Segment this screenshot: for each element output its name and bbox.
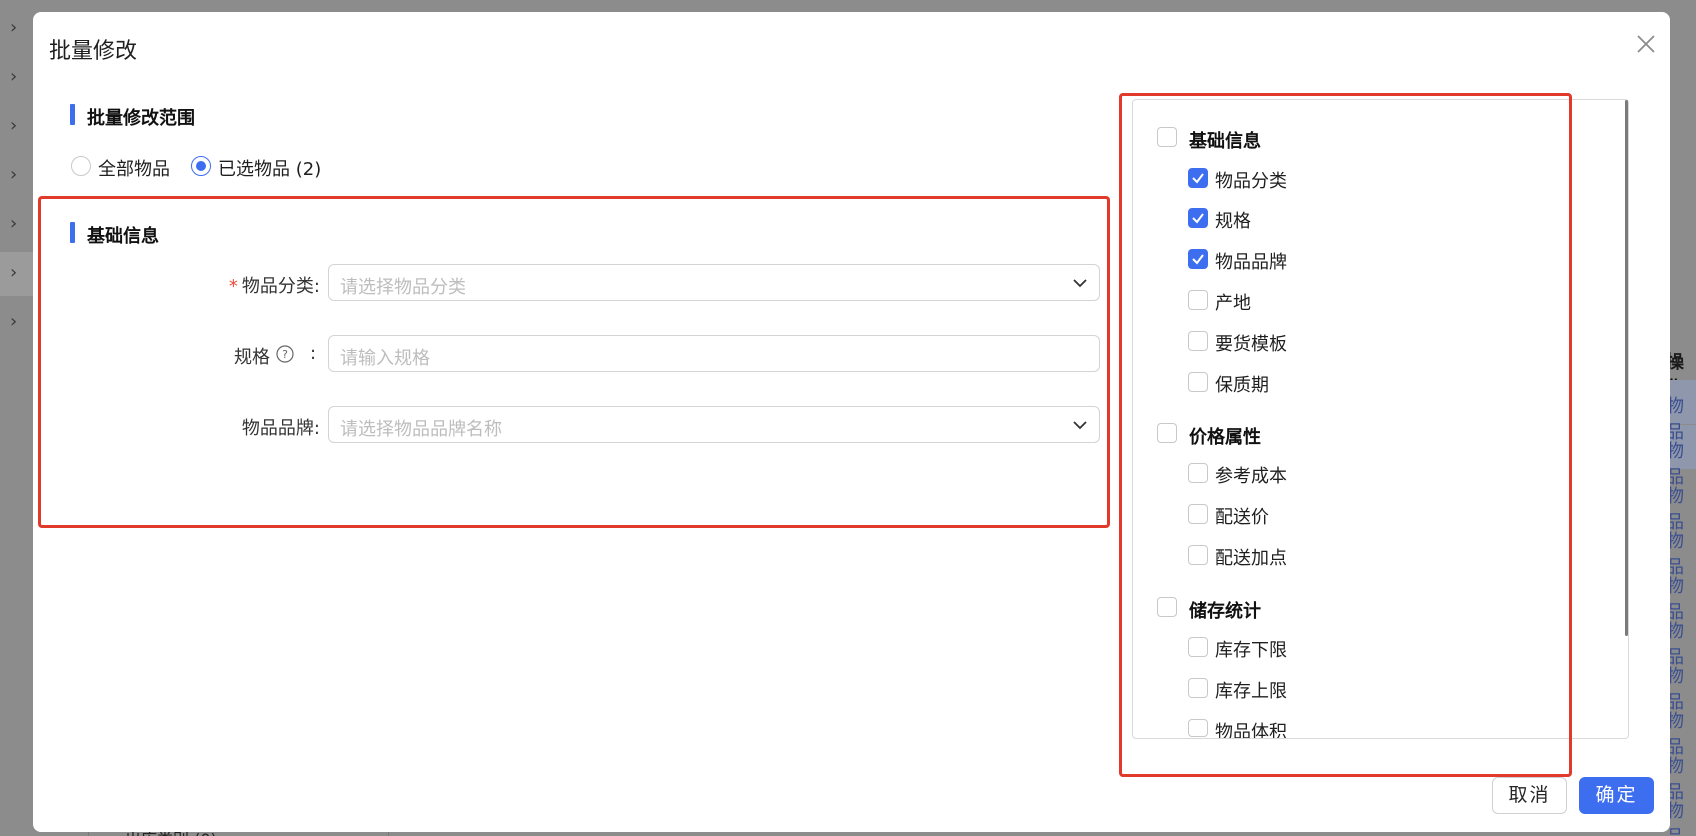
section-accent-bar (70, 222, 75, 243)
checkbox-reference-cost[interactable] (1188, 463, 1208, 483)
category-field-label: * 物品分类: (228, 276, 320, 297)
brand-field-label: 物品品牌: (241, 418, 320, 439)
checkbox-volume[interactable] (1188, 719, 1208, 737)
category-placeholder: 请选择物品分类 (340, 277, 466, 298)
chevron-right-icon: › (10, 66, 18, 87)
svg-text:?: ? (282, 348, 288, 361)
group-label-basic-info: 基础信息 (1189, 131, 1261, 152)
checkbox-label-order-template: 要货模板 (1215, 334, 1287, 355)
chevron-down-icon (1073, 421, 1087, 430)
check-icon (1192, 254, 1204, 265)
checkbox-brand[interactable] (1188, 249, 1208, 269)
group-checkbox-price[interactable] (1157, 423, 1177, 443)
checkbox-label-brand: 物品品牌 (1215, 252, 1287, 273)
checkbox-label-delivery-markup: 配送加点 (1215, 548, 1287, 569)
checkbox-label-delivery-price: 配送价 (1215, 507, 1269, 528)
radio-all-items-label[interactable]: 全部物品 (98, 155, 170, 181)
scope-section-title: 批量修改范围 (87, 108, 195, 129)
chevron-down-icon (1073, 279, 1087, 288)
background-row-link: 物品 (1666, 801, 1684, 836)
checkbox-delivery-markup[interactable] (1188, 545, 1208, 565)
checkbox-label-volume: 物品体积 (1215, 722, 1287, 738)
checkbox-label-spec: 规格 (1215, 211, 1251, 232)
group-label-price: 价格属性 (1189, 427, 1261, 448)
chevron-right-icon: › (10, 213, 18, 234)
checklist-highlight-box (1119, 93, 1572, 777)
checkbox-label-reference-cost: 参考成本 (1215, 466, 1287, 487)
checkbox-label-stock-min: 库存下限 (1215, 640, 1287, 661)
radio-all-items[interactable] (71, 156, 91, 176)
chevron-right-icon: › (10, 17, 18, 38)
section-accent-bar (70, 104, 75, 125)
required-star: * (228, 276, 238, 297)
check-icon (1192, 213, 1204, 224)
checkbox-label-stock-max: 库存上限 (1215, 681, 1287, 702)
radio-selected-items[interactable] (191, 156, 211, 176)
brand-select[interactable]: 请选择物品品牌名称 (328, 406, 1100, 443)
chevron-right-icon: › (10, 164, 18, 185)
check-icon (1192, 173, 1204, 184)
confirm-button[interactable]: 确定 (1579, 777, 1654, 814)
checkbox-shelf-life[interactable] (1188, 372, 1208, 392)
spec-field-label: 规格 (234, 347, 270, 368)
checkbox-label-origin: 产地 (1215, 293, 1251, 314)
category-select[interactable]: 请选择物品分类 (328, 264, 1100, 301)
modal-title: 批量修改 (49, 39, 138, 64)
close-icon (1637, 35, 1655, 53)
checkbox-delivery-price[interactable] (1188, 504, 1208, 524)
checkbox-stock-max[interactable] (1188, 678, 1208, 698)
spec-colon: : (310, 343, 317, 364)
checkbox-order-template[interactable] (1188, 331, 1208, 351)
group-checkbox-storage[interactable] (1157, 597, 1177, 617)
cancel-button[interactable]: 取消 (1492, 777, 1567, 814)
checkbox-origin[interactable] (1188, 290, 1208, 310)
basic-info-section-title: 基础信息 (87, 226, 159, 247)
checkbox-category[interactable] (1188, 168, 1208, 188)
checkbox-label-category: 物品分类 (1215, 171, 1287, 192)
checkbox-spec[interactable] (1188, 208, 1208, 228)
question-circle-icon[interactable]: ? (276, 345, 294, 363)
chevron-right-icon: › (10, 311, 18, 332)
group-checkbox-basic-info[interactable] (1157, 127, 1177, 147)
checkbox-label-shelf-life: 保质期 (1215, 375, 1269, 396)
chevron-right-icon: › (10, 115, 18, 136)
checkbox-stock-min[interactable] (1188, 637, 1208, 657)
spec-placeholder: 请输入规格 (340, 348, 430, 369)
close-button[interactable] (1634, 32, 1658, 56)
spec-input[interactable]: 请输入规格 (328, 335, 1100, 372)
group-label-storage: 储存统计 (1189, 601, 1261, 622)
checklist-scrollbar[interactable] (1625, 100, 1628, 636)
radio-selected-items-label[interactable]: 已选物品 (2) (218, 155, 321, 181)
chevron-right-icon: › (10, 262, 18, 283)
brand-placeholder: 请选择物品品牌名称 (340, 419, 502, 440)
